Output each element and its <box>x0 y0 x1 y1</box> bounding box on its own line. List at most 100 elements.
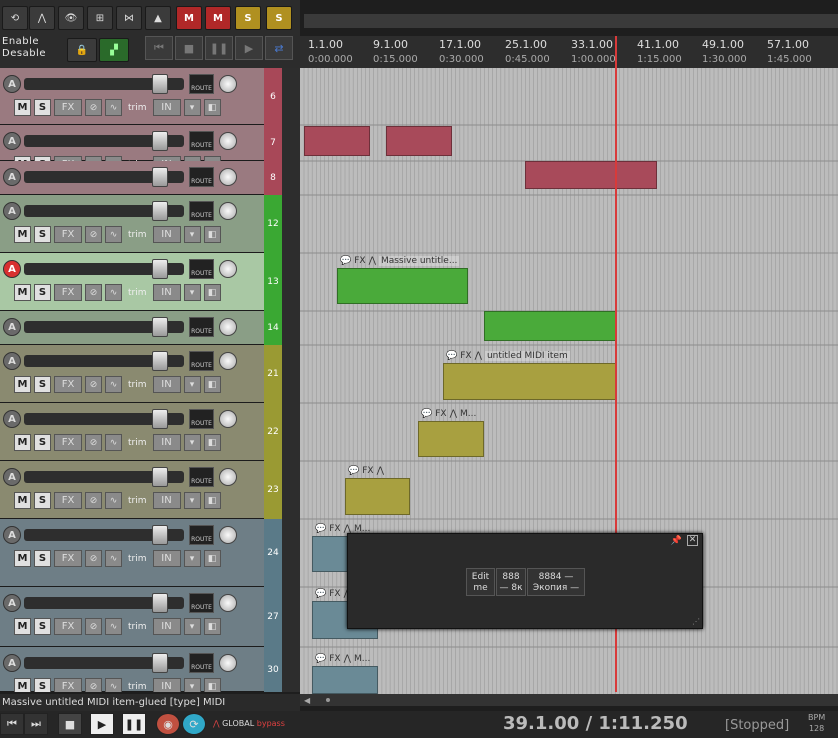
mute-button[interactable]: M <box>14 678 31 692</box>
phase-icon[interactable]: ⊘ <box>85 434 102 451</box>
horizontal-scrollbar[interactable]: ◀ <box>300 694 838 706</box>
global-label[interactable]: ⋀ GLOBAL bypass <box>213 719 285 728</box>
phase-icon[interactable]: ⊘ <box>85 99 102 116</box>
unmute-all-button[interactable]: M <box>205 6 231 30</box>
value-cell[interactable]: 888 — 8к <box>496 568 526 596</box>
route-icon[interactable]: ⊞ <box>87 6 113 30</box>
input-button[interactable]: IN <box>152 284 181 301</box>
io-icon[interactable]: ◧ <box>203 226 221 243</box>
midi-item[interactable]: 💬 FX ⋀ M... <box>312 654 378 694</box>
stop-icon[interactable]: ■ <box>175 36 203 60</box>
loop-icon[interactable]: ⟲ <box>2 6 28 30</box>
volume-fader[interactable] <box>24 317 184 337</box>
fx-button[interactable]: FX <box>54 99 82 116</box>
record-arm-button[interactable]: A <box>3 410 21 428</box>
pan-knob[interactable] <box>219 75 237 93</box>
midi-item[interactable] <box>304 126 370 156</box>
input-button[interactable]: IN <box>152 226 181 243</box>
route-button[interactable]: ROUTE <box>189 351 214 371</box>
track-6[interactable]: A ROUTE M S FX ⊘ ∿ trim IN ▾ ◧ <box>0 68 264 125</box>
route-button[interactable]: ROUTE <box>189 167 214 187</box>
input-button[interactable]: IN <box>152 434 181 451</box>
grid-icon[interactable]: ▞ <box>99 38 129 62</box>
route-button[interactable]: ROUTE <box>189 653 214 673</box>
chevron-down-icon[interactable]: ▾ <box>183 618 201 635</box>
go-start-icon[interactable]: ⏮ <box>145 36 173 60</box>
input-button[interactable]: IN <box>152 550 181 567</box>
fader-handle[interactable] <box>152 467 168 487</box>
route-button[interactable]: ROUTE <box>189 525 214 545</box>
visibility-icon[interactable]: 👁 <box>58 6 84 30</box>
route-button[interactable]: ROUTE <box>189 74 214 94</box>
mute-button[interactable]: M <box>14 492 31 509</box>
mute-all-button[interactable]: M <box>176 6 202 30</box>
metronome-icon[interactable]: ▲ <box>145 6 171 30</box>
fx-button[interactable]: FX <box>54 492 82 509</box>
fx-button[interactable]: FX <box>54 376 82 393</box>
mute-button[interactable]: M <box>14 284 31 301</box>
chevron-down-icon[interactable]: ▾ <box>183 434 201 451</box>
solo-button[interactable]: S <box>34 376 51 393</box>
solo-all-button[interactable]: S <box>235 6 261 30</box>
resize-grip-icon[interactable]: ⋰ <box>692 617 700 626</box>
scroll-thumb[interactable] <box>326 698 330 702</box>
pan-knob[interactable] <box>219 260 237 278</box>
pan-knob[interactable] <box>219 318 237 336</box>
fader-handle[interactable] <box>152 259 168 279</box>
track-12[interactable]: A ROUTE M S FX ⊘ ∿ trim IN ▾ ◧ <box>0 195 264 253</box>
phase-icon[interactable]: ⊘ <box>85 376 102 393</box>
chevron-down-icon[interactable]: ▾ <box>183 492 201 509</box>
track-22[interactable]: A ROUTE M S FX ⊘ ∿ trim IN ▾ ◧ <box>0 403 264 461</box>
midi-item[interactable] <box>484 311 616 341</box>
node-icon[interactable]: ⋈ <box>116 6 142 30</box>
fader-handle[interactable] <box>152 131 168 151</box>
volume-fader[interactable] <box>24 525 184 545</box>
io-icon[interactable]: ◧ <box>203 492 221 509</box>
pan-knob[interactable] <box>219 654 237 672</box>
route-button[interactable]: ROUTE <box>189 409 214 429</box>
midi-item-untitled[interactable]: 💬 FX ⋀ untitled MIDI item <box>443 350 616 400</box>
midi-item[interactable]: 💬 FX ⋀ M... <box>418 409 484 457</box>
route-button[interactable]: ROUTE <box>189 201 214 221</box>
repeat-icon[interactable]: ⇄ <box>265 36 293 60</box>
io-icon[interactable]: ◧ <box>203 678 221 692</box>
io-icon[interactable]: ◧ <box>203 550 221 567</box>
solo-button[interactable]: S <box>34 284 51 301</box>
volume-fader[interactable] <box>24 74 184 94</box>
pan-knob[interactable] <box>219 594 237 612</box>
envelope-icon[interactable]: ∿ <box>105 618 122 635</box>
pin-icon[interactable]: 📌 <box>671 536 682 546</box>
envelope-icon[interactable]: ∿ <box>105 434 122 451</box>
chevron-down-icon[interactable]: ▾ <box>183 99 201 116</box>
input-button[interactable]: IN <box>152 99 181 116</box>
record-arm-button[interactable]: A <box>3 168 21 186</box>
solo-button[interactable]: S <box>34 550 51 567</box>
lock-icon[interactable]: 🔒 <box>67 38 97 62</box>
record-arm-button[interactable]: A <box>3 468 21 486</box>
phase-icon[interactable]: ⊘ <box>85 226 102 243</box>
io-icon[interactable]: ◧ <box>203 434 221 451</box>
fader-handle[interactable] <box>152 351 168 371</box>
record-arm-button[interactable]: A <box>3 75 21 93</box>
envelope-icon[interactable]: ∿ <box>105 492 122 509</box>
track-7[interactable]: AROUTEMSFX⊘∿trimIN▾◧ <box>0 125 264 173</box>
mute-button[interactable]: M <box>14 550 31 567</box>
phase-icon[interactable]: ⊘ <box>85 678 102 692</box>
track-30[interactable]: A ROUTE M S FX ⊘ ∿ trim IN ▾ ◧ <box>0 647 264 692</box>
mute-button[interactable]: M <box>14 618 31 635</box>
solo-button[interactable]: S <box>34 226 51 243</box>
fx-button[interactable]: FX <box>54 434 82 451</box>
fx-button[interactable]: FX <box>54 226 82 243</box>
track-23[interactable]: A ROUTE M S FX ⊘ ∿ trim IN ▾ ◧ <box>0 461 264 519</box>
prev-icon[interactable]: ⏮ <box>0 713 24 735</box>
envelope-icon[interactable]: ∿ <box>105 678 122 692</box>
play-icon[interactable]: ▶ <box>235 36 263 60</box>
envelope-icon[interactable]: ∿ <box>105 226 122 243</box>
volume-fader[interactable] <box>24 467 184 487</box>
volume-fader[interactable] <box>24 167 184 187</box>
chevron-down-icon[interactable]: ▾ <box>183 678 201 692</box>
record-icon[interactable]: ◉ <box>156 713 180 735</box>
solo-button[interactable]: S <box>34 99 51 116</box>
midi-item-massive[interactable]: 💬 FX ⋀ Massive untitle... <box>337 255 468 304</box>
volume-fader[interactable] <box>24 131 184 151</box>
